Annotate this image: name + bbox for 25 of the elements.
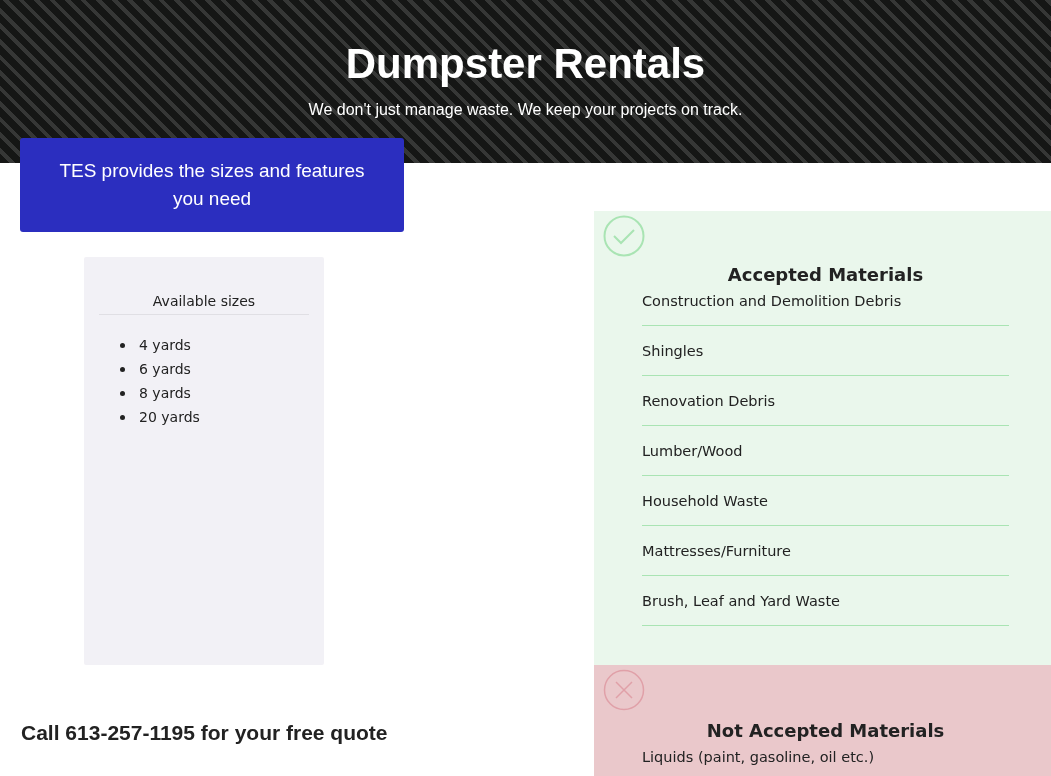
bullet-icon bbox=[120, 414, 125, 420]
material-item: Liquids (paint, gasoline, oil etc.) bbox=[642, 744, 1009, 776]
panel-title: Accepted Materials bbox=[726, 263, 925, 287]
material-item: Mattresses/Furniture bbox=[642, 538, 1009, 576]
size-item: 6 yards bbox=[139, 360, 191, 379]
material-item: Renovation Debris bbox=[642, 388, 1009, 426]
check-circle-icon bbox=[603, 215, 645, 257]
bullet-icon bbox=[120, 366, 125, 372]
size-item: 4 yards bbox=[139, 336, 191, 355]
material-item: Shingles bbox=[642, 338, 1009, 376]
page-subtitle: We don't just manage waste. We keep your projects on track. bbox=[308, 100, 743, 120]
material-item: Construction and Demolition Debris bbox=[642, 288, 1009, 326]
page-title: Dumpster Rentals bbox=[345, 39, 706, 89]
features-button[interactable]: TES provides the sizes and features you need bbox=[20, 138, 404, 232]
close-circle-icon bbox=[603, 669, 645, 711]
material-item: Brush, Leaf and Yard Waste bbox=[642, 588, 1009, 626]
size-item: 20 yards bbox=[139, 408, 200, 427]
material-item: Lumber/Wood bbox=[642, 438, 1009, 476]
panel-title: Not Accepted Materials bbox=[705, 719, 946, 743]
bullet-icon bbox=[120, 390, 125, 396]
size-item: 8 yards bbox=[139, 384, 191, 403]
bullet-icon bbox=[120, 342, 125, 348]
card-title: Available sizes bbox=[99, 291, 309, 315]
call-to-action: Call 613-257-1195 for your free quote bbox=[21, 720, 389, 746]
material-item: Household Waste bbox=[642, 488, 1009, 526]
